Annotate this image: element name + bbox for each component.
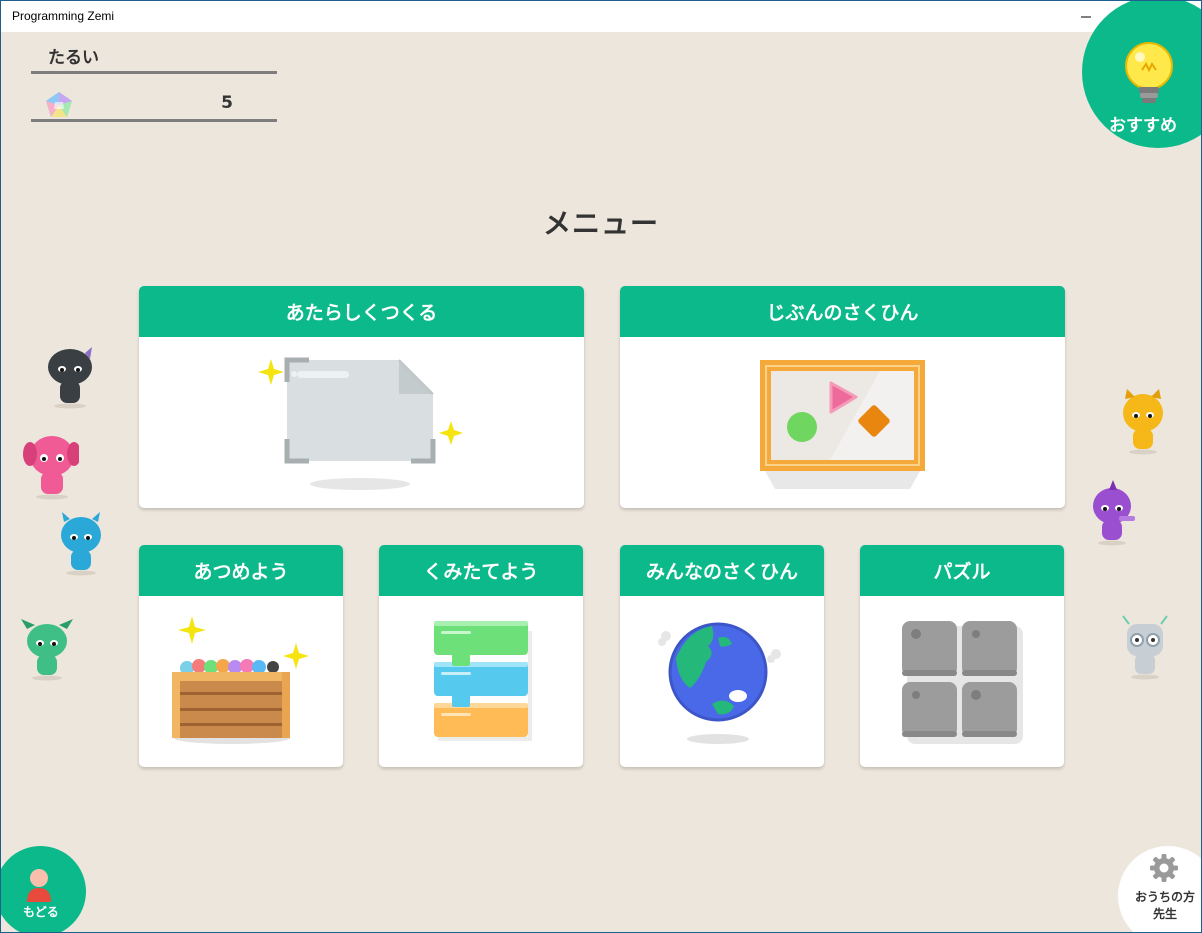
person-icon	[27, 869, 51, 902]
card-title: パズル	[860, 545, 1064, 596]
gem-count: 5	[221, 93, 233, 113]
yellow-monster-character	[1123, 389, 1163, 455]
title-bar: Programming Zemi	[1, 1, 1201, 32]
recommend-label: おすすめ	[1109, 116, 1177, 136]
main-content: たるい 5 おすすめ メニュー あたらしくつくる じぶんのさくひん あつめよう …	[1, 1, 1201, 932]
page-title: メニュー	[542, 207, 659, 240]
card-title: あたらしくつくる	[139, 286, 584, 337]
card-collect[interactable]: あつめよう	[139, 545, 343, 767]
minimize-icon	[1081, 16, 1091, 17]
card-assemble[interactable]: くみたてよう	[379, 545, 583, 767]
card-title: みんなのさくひん	[620, 545, 824, 596]
back-label: もどる	[23, 905, 59, 919]
gear-icon	[1150, 854, 1178, 882]
card-title: じぶんのさくひん	[620, 286, 1065, 337]
window-title: Programming Zemi	[12, 9, 115, 23]
card-everyone-works[interactable]: みんなのさくひん	[620, 545, 824, 767]
divider	[31, 71, 277, 74]
app-window: Programming Zemi たるい 5 おすすめ メニュー あたらしくつく…	[0, 0, 1202, 933]
card-my-works[interactable]: じぶんのさくひん	[620, 286, 1065, 508]
picture-frame-icon	[760, 360, 925, 489]
treasure-box-icon	[172, 616, 309, 744]
green-monster-character	[21, 619, 73, 681]
blue-monster-character	[61, 512, 101, 576]
blank-canvas-icon	[258, 357, 463, 490]
card-puzzle[interactable]: パズル	[860, 545, 1064, 767]
parent-label-line2: 先生	[1152, 907, 1177, 921]
puzzle-blocks-icon	[902, 621, 1023, 744]
card-new-create[interactable]: あたらしくつくる	[139, 286, 584, 508]
purple-monster-character	[1093, 480, 1135, 546]
divider	[31, 119, 277, 122]
gem-icon	[46, 92, 72, 117]
black-monster-character	[48, 347, 92, 409]
user-name: たるい	[48, 48, 99, 68]
pink-monster-character	[23, 436, 79, 500]
code-blocks-icon	[434, 621, 532, 741]
globe-icon	[658, 622, 781, 744]
lightbulb-icon	[1125, 42, 1173, 103]
parent-teacher-label: おうちの方 先生	[1129, 889, 1201, 923]
parent-label-line1: おうちの方	[1134, 890, 1195, 904]
card-title: くみたてよう	[379, 545, 583, 596]
robot-character	[1122, 615, 1168, 680]
card-title: あつめよう	[139, 545, 343, 596]
